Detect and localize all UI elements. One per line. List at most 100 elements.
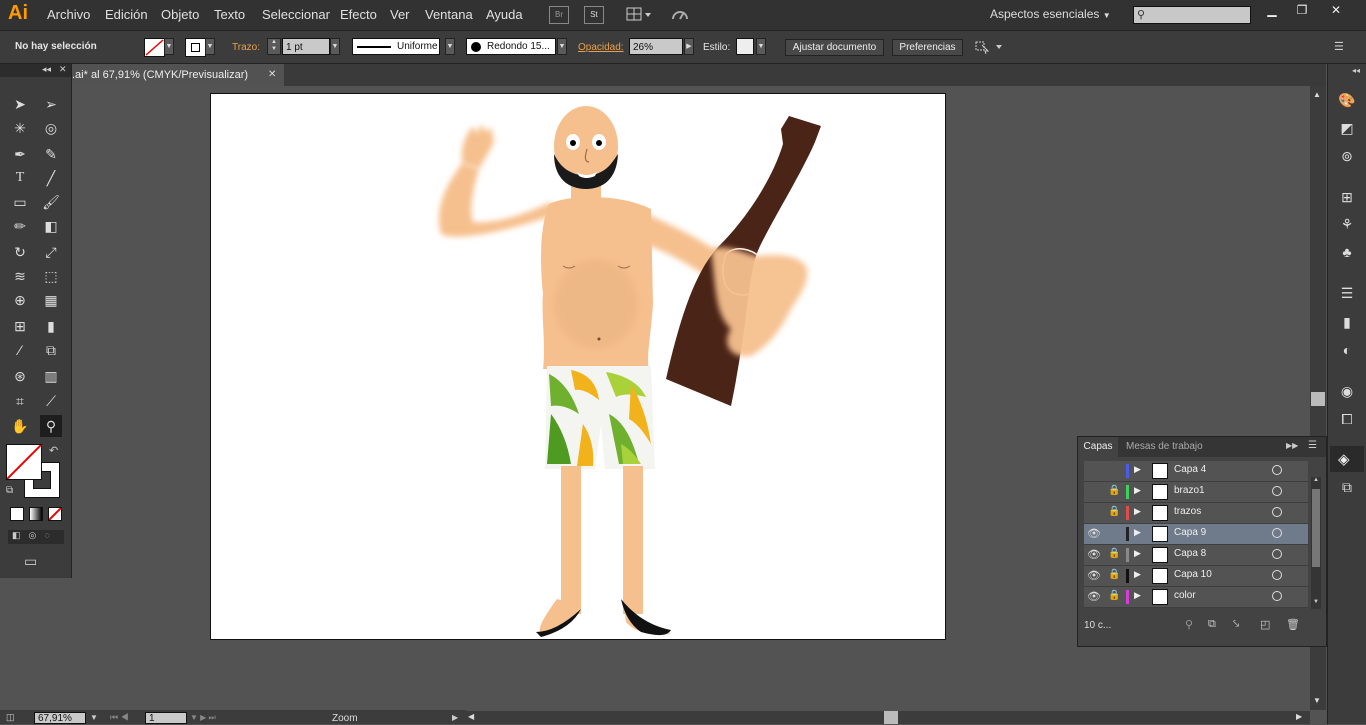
color-panel-icon[interactable]: 🎨 bbox=[1338, 91, 1356, 109]
tab-layers[interactable]: Capas bbox=[1078, 437, 1118, 457]
select-similar-icon[interactable] bbox=[974, 39, 1004, 55]
visibility-eye-icon[interactable] bbox=[1086, 505, 1102, 521]
stroke-swatch[interactable] bbox=[185, 38, 206, 57]
rectangle-tool-icon[interactable]: ▭ bbox=[9, 191, 31, 213]
stroke-weight-dropdown[interactable]: ▼ bbox=[330, 38, 340, 55]
arrange-documents-icon[interactable] bbox=[626, 6, 652, 22]
opacity-dropdown[interactable]: ▶ bbox=[684, 38, 694, 55]
appearance-icon[interactable]: ◉ bbox=[1338, 382, 1356, 400]
eyedropper-tool-icon[interactable]: ⁄ bbox=[9, 339, 31, 361]
lock-icon[interactable]: 🔒 bbox=[1108, 506, 1120, 518]
target-circle-icon[interactable] bbox=[1272, 570, 1282, 580]
visibility-eye-icon[interactable]: 👁 bbox=[1086, 568, 1102, 584]
opacity-label[interactable]: Opacidad: bbox=[578, 42, 624, 53]
recolor-icon[interactable]: ⊚ bbox=[1338, 147, 1356, 165]
new-sublayer-icon[interactable]: ⤥ bbox=[1233, 618, 1239, 631]
opacity-field[interactable]: 26% bbox=[629, 38, 683, 55]
make-clipping-mask-icon[interactable]: ⧉ bbox=[1208, 618, 1216, 631]
status-menu-icon[interactable]: ▶ bbox=[452, 713, 458, 722]
target-circle-icon[interactable] bbox=[1272, 465, 1282, 475]
layer-name[interactable]: brazo1 bbox=[1174, 485, 1205, 496]
zoom-tool-icon[interactable]: ⚲ bbox=[40, 415, 62, 437]
brush-dropdown[interactable]: ▼ bbox=[557, 38, 567, 55]
expand-dock-icon[interactable]: ◂◂ bbox=[1352, 66, 1360, 75]
target-circle-icon[interactable] bbox=[1272, 507, 1282, 517]
lock-icon[interactable]: 🔒 bbox=[1108, 548, 1120, 560]
expand-layer-icon[interactable]: ▶ bbox=[1134, 590, 1141, 601]
lock-icon[interactable]: 🔒 bbox=[1108, 590, 1120, 602]
screen-mode-icon[interactable]: ▭ bbox=[24, 553, 37, 570]
brushes-icon[interactable]: ⚘ bbox=[1338, 215, 1356, 233]
locate-object-icon[interactable]: ⚲ bbox=[1185, 618, 1193, 631]
visibility-eye-icon[interactable] bbox=[1086, 463, 1102, 479]
slice-tool-icon[interactable]: ⟋ bbox=[40, 390, 62, 412]
hand-tool-icon[interactable]: ✋ bbox=[9, 415, 31, 437]
tools-panel-header[interactable]: ◂◂ ✕ bbox=[0, 64, 71, 77]
menu-efecto[interactable]: Efecto bbox=[340, 7, 377, 22]
panel-menu-icon[interactable]: ☰ bbox=[1334, 40, 1350, 54]
target-circle-icon[interactable] bbox=[1272, 486, 1282, 496]
expand-layer-icon[interactable]: ▶ bbox=[1134, 506, 1141, 517]
layer-row[interactable]: 🔒 ▶ brazo1 bbox=[1084, 482, 1308, 503]
lasso-tool-icon[interactable]: ◎ bbox=[40, 117, 62, 139]
layer-name[interactable]: Capa 9 bbox=[1174, 527, 1206, 538]
selection-tool-icon[interactable]: ➤ bbox=[9, 93, 31, 115]
collapse-panel-icon[interactable]: ▶▶ bbox=[1286, 441, 1298, 450]
first-artboard-icon[interactable]: ⏮ ◀ bbox=[110, 712, 129, 723]
expand-layer-icon[interactable]: ▶ bbox=[1134, 485, 1141, 496]
layer-row[interactable]: 👁 🔒 ▶ Capa 8 bbox=[1084, 545, 1308, 566]
menu-ventana[interactable]: Ventana bbox=[425, 7, 473, 22]
scale-tool-icon[interactable]: ⤢ bbox=[40, 241, 62, 263]
layer-name[interactable]: Capa 4 bbox=[1174, 464, 1206, 475]
brush-definition[interactable]: Redondo 15... bbox=[466, 38, 556, 55]
layer-row[interactable]: 👁 🔒 ▶ color bbox=[1084, 587, 1308, 608]
artboard-number-field[interactable]: 1 bbox=[145, 712, 187, 724]
minimize-button[interactable]: ▁ bbox=[1263, 3, 1281, 17]
blend-tool-icon[interactable]: ⧉ bbox=[40, 339, 62, 361]
menu-ayuda[interactable]: Ayuda bbox=[486, 7, 523, 22]
layers-scroll-down-icon[interactable]: ▼ bbox=[1311, 599, 1321, 609]
scroll-up-icon[interactable]: ▲ bbox=[1313, 90, 1321, 99]
visibility-eye-icon[interactable]: 👁 bbox=[1086, 526, 1102, 542]
swatches-icon[interactable]: ⊞ bbox=[1338, 188, 1356, 206]
lock-icon[interactable] bbox=[1108, 464, 1120, 476]
layer-name[interactable]: color bbox=[1174, 590, 1196, 601]
target-circle-icon[interactable] bbox=[1272, 549, 1282, 559]
draw-modes[interactable]: ◧ ◎ ◌ bbox=[8, 530, 64, 544]
vertical-scroll-thumb[interactable] bbox=[1311, 392, 1325, 406]
expand-layer-icon[interactable]: ▶ bbox=[1134, 569, 1141, 580]
panel-menu-icon[interactable]: ☰ bbox=[1308, 440, 1317, 451]
layer-name[interactable]: trazos bbox=[1174, 506, 1201, 517]
search-input[interactable]: ⚲ bbox=[1133, 6, 1251, 24]
warp-tool-icon[interactable]: ≋ bbox=[9, 265, 31, 287]
zoom-dropdown-icon[interactable]: ▼ bbox=[90, 713, 98, 722]
menu-ver[interactable]: Ver bbox=[390, 7, 410, 22]
horizontal-scrollbar[interactable]: ◀ ▶ bbox=[466, 711, 1310, 724]
lock-icon[interactable]: 🔒 bbox=[1108, 569, 1120, 581]
symbols-icon[interactable]: ♣ bbox=[1338, 243, 1356, 261]
target-circle-icon[interactable] bbox=[1272, 591, 1282, 601]
adjust-document-button[interactable]: Ajustar documento bbox=[785, 39, 884, 56]
collapse-icon[interactable]: ◂◂ bbox=[42, 64, 51, 75]
workspace-switcher[interactable]: Aspectos esenciales ▼ bbox=[990, 7, 1111, 21]
menu-objeto[interactable]: Objeto bbox=[161, 7, 199, 22]
document-tab[interactable]: .ai* al 67,91% (CMYK/Previsualizar) ✕ bbox=[72, 64, 284, 86]
stroke-weight-field[interactable]: 1 pt bbox=[282, 38, 330, 55]
preferences-button[interactable]: Preferencias bbox=[892, 39, 963, 56]
menu-edicion[interactable]: Edición bbox=[105, 7, 148, 22]
gradient-mode-icon[interactable] bbox=[29, 507, 43, 521]
profile-dropdown[interactable]: ▼ bbox=[445, 38, 455, 55]
layer-row[interactable]: 🔒 ▶ trazos bbox=[1084, 503, 1308, 524]
visibility-eye-icon[interactable] bbox=[1086, 484, 1102, 500]
shape-builder-tool-icon[interactable]: ⊕ bbox=[9, 289, 31, 311]
restore-button[interactable]: ❐ bbox=[1293, 3, 1311, 17]
scroll-right-icon[interactable]: ▶ bbox=[1296, 712, 1302, 721]
layers-scrollbar[interactable]: ▲ ▼ bbox=[1311, 477, 1321, 609]
type-tool-icon[interactable]: T bbox=[9, 167, 31, 189]
stock-icon[interactable]: St bbox=[584, 6, 604, 24]
default-fill-stroke-icon[interactable]: ⧉ bbox=[6, 485, 13, 496]
eraser-tool-icon[interactable]: ◧ bbox=[40, 215, 62, 237]
close-tab-icon[interactable]: ✕ bbox=[268, 64, 276, 86]
gradient-tool-icon[interactable]: ▮ bbox=[40, 315, 62, 337]
swap-fill-stroke-icon[interactable]: ↶ bbox=[49, 444, 58, 457]
